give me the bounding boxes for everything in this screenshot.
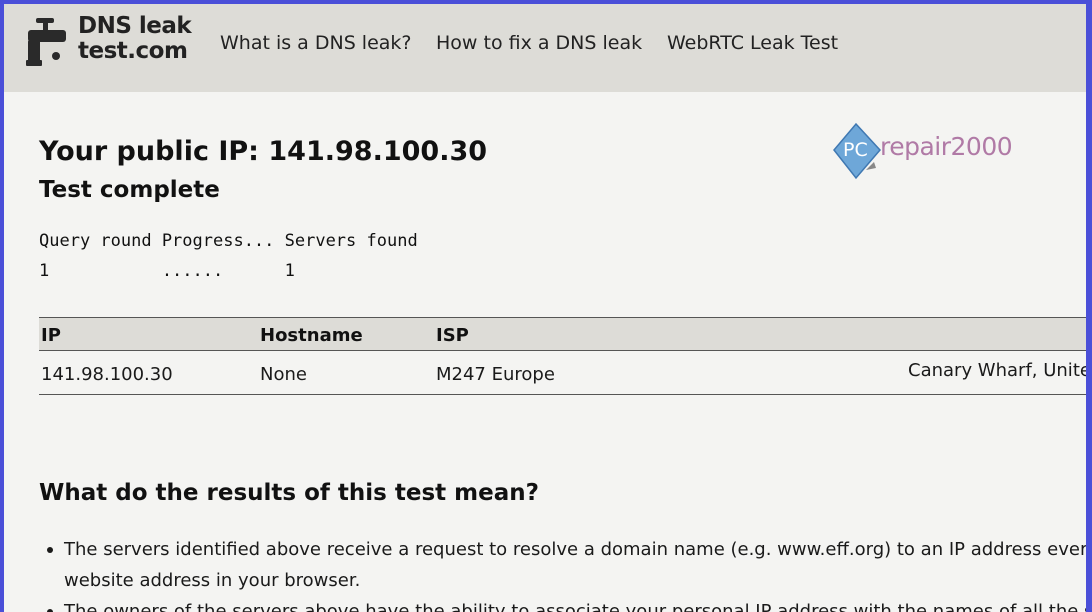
nav-what-is-dns-leak[interactable]: What is a DNS leak? (220, 32, 412, 54)
watermark-text: repair2000 (880, 132, 1013, 161)
cell-isp: M247 Europe (436, 364, 555, 385)
faucet-icon (26, 18, 66, 66)
list-item-text: The servers identified above receive a r… (64, 539, 1092, 560)
window-frame-right (1086, 0, 1092, 612)
results-list: The servers identified above receive a r… (47, 534, 1092, 612)
logo-line-2: test.com (78, 38, 188, 64)
nav-webrtc-leak-test[interactable]: WebRTC Leak Test (667, 32, 838, 54)
th-isp: ISP (436, 325, 469, 346)
logo-line-1: DNS leak (78, 13, 192, 39)
cell-ip: 141.98.100.30 (41, 364, 173, 385)
logo-text: DNS leak test.com (78, 13, 192, 64)
list-item: The servers identified above receive a r… (47, 534, 1092, 565)
results-table-header: IP Hostname ISP (39, 317, 1092, 351)
query-row: 1 ...... 1 (39, 261, 295, 281)
page-title: Your public IP: 141.98.100.30 (39, 136, 488, 167)
query-header: Query round Progress... Servers found (39, 231, 418, 251)
th-hostname: Hostname (260, 325, 363, 346)
results-heading: What do the results of this test mean? (39, 480, 539, 506)
site-header: DNS leak test.com What is a DNS leak? Ho… (4, 4, 1086, 92)
table-row: 141.98.100.30 None M247 Europe Canary Wh… (39, 351, 1092, 395)
test-status: Test complete (39, 177, 220, 203)
cell-hostname: None (260, 364, 307, 385)
site-logo[interactable]: DNS leak test.com (26, 14, 196, 74)
nav-how-to-fix[interactable]: How to fix a DNS leak (436, 32, 642, 54)
th-ip: IP (41, 325, 61, 346)
cell-location: Canary Wharf, United (908, 360, 1092, 381)
watermark-pc: PC (843, 139, 868, 161)
list-item-text: The owners of the servers above have the… (64, 601, 1092, 612)
watermark: PC repair2000 (832, 122, 1022, 182)
list-item: The owners of the servers above have the… (47, 596, 1092, 612)
list-item-continuation: website address in your browser. (64, 570, 361, 591)
